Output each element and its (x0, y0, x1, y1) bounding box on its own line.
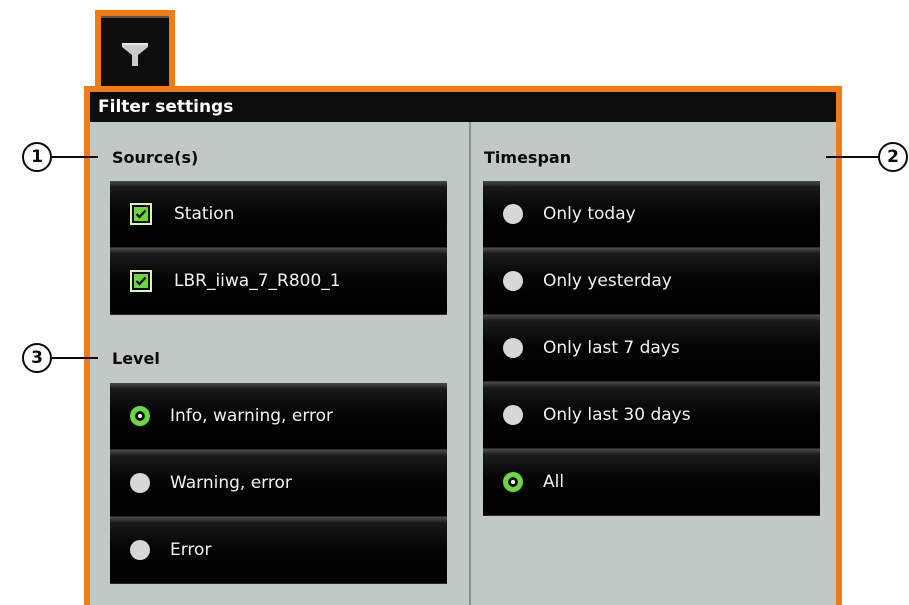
timespan-option-today[interactable]: Only today (483, 181, 820, 248)
radio-unselected[interactable] (503, 338, 523, 358)
checkmark-icon (135, 209, 147, 219)
callout-2-leader (826, 156, 878, 158)
filter-tab[interactable] (95, 10, 175, 90)
callout-1-leader (52, 156, 98, 158)
level-option-error[interactable]: Error (110, 517, 447, 584)
panel-body: Source(s) Station LBR_iiwa_7_R800_1 Leve… (90, 122, 836, 605)
level-option-warning-error[interactable]: Warning, error (110, 450, 447, 517)
callout-3-leader (52, 357, 98, 359)
radio-selected[interactable] (130, 406, 150, 426)
option-label: Error (170, 540, 212, 560)
sources-title: Source(s) (112, 148, 199, 167)
timespan-option-last-7-days[interactable]: Only last 7 days (483, 315, 820, 382)
panel-title: Filter settings (90, 92, 836, 122)
source-option-station[interactable]: Station (110, 181, 447, 248)
option-label: Only last 7 days (543, 338, 680, 358)
timespan-option-all[interactable]: All (483, 449, 820, 516)
option-label: Only yesterday (543, 271, 672, 291)
source-option-robot[interactable]: LBR_iiwa_7_R800_1 (110, 248, 447, 315)
sources-group: Station LBR_iiwa_7_R800_1 (110, 181, 447, 315)
callout-1: 1 (22, 142, 52, 172)
column-divider (469, 122, 471, 605)
timespan-group: Only today Only yesterday Only last 7 da… (483, 181, 820, 516)
checkmark-icon (135, 276, 147, 286)
option-label: Info, warning, error (170, 406, 334, 426)
option-label: Warning, error (170, 473, 292, 493)
checkbox-checked[interactable] (130, 270, 152, 292)
radio-selected[interactable] (503, 472, 523, 492)
level-title: Level (112, 349, 160, 368)
filter-tab-button[interactable] (101, 16, 169, 90)
radio-unselected[interactable] (503, 271, 523, 291)
timespan-title: Timespan (484, 148, 572, 167)
timespan-option-yesterday[interactable]: Only yesterday (483, 248, 820, 315)
filter-settings-panel: Filter settings Source(s) Station LBR_ii… (84, 86, 842, 605)
option-label: Station (174, 204, 235, 224)
checkbox-checked[interactable] (130, 203, 152, 225)
radio-unselected[interactable] (130, 540, 150, 560)
radio-unselected[interactable] (503, 405, 523, 425)
option-label: Only today (543, 204, 636, 224)
option-label: LBR_iiwa_7_R800_1 (174, 271, 341, 291)
callout-2: 2 (878, 142, 908, 172)
radio-unselected[interactable] (503, 204, 523, 224)
timespan-option-last-30-days[interactable]: Only last 30 days (483, 382, 820, 449)
callout-3: 3 (22, 343, 52, 373)
radio-unselected[interactable] (130, 473, 150, 493)
funnel-icon (122, 43, 148, 66)
level-group: Info, warning, error Warning, error Erro… (110, 383, 447, 584)
level-option-info-warning-error[interactable]: Info, warning, error (110, 383, 447, 450)
option-label: Only last 30 days (543, 405, 691, 425)
option-label: All (543, 472, 565, 492)
